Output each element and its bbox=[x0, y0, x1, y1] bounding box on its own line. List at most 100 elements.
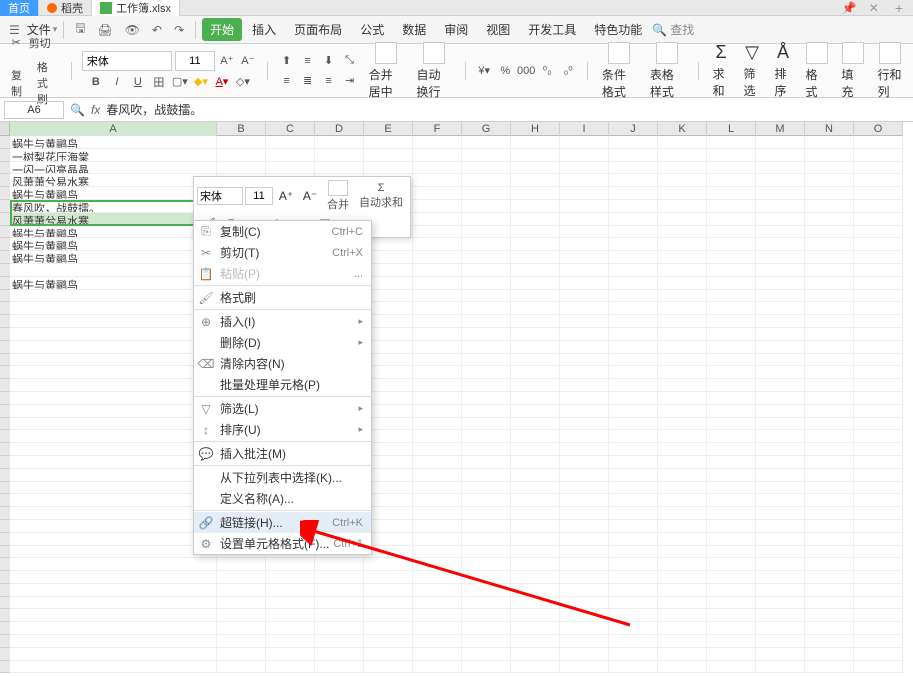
cell[interactable] bbox=[805, 264, 854, 276]
cell[interactable] bbox=[707, 302, 756, 314]
cell[interactable] bbox=[511, 174, 560, 186]
cell[interactable] bbox=[217, 597, 266, 609]
cell[interactable] bbox=[266, 584, 315, 596]
fx-label[interactable]: fx bbox=[91, 103, 100, 117]
cell[interactable] bbox=[707, 187, 756, 199]
cell[interactable] bbox=[658, 366, 707, 378]
cell[interactable] bbox=[756, 366, 805, 378]
align-right-icon[interactable]: ≡ bbox=[320, 72, 338, 90]
cell[interactable] bbox=[560, 251, 609, 263]
cell[interactable] bbox=[10, 366, 217, 378]
cell[interactable] bbox=[217, 648, 266, 660]
cell[interactable] bbox=[560, 661, 609, 673]
row-header[interactable] bbox=[0, 328, 10, 341]
cell[interactable] bbox=[609, 558, 658, 570]
cell[interactable] bbox=[413, 277, 462, 289]
cell[interactable] bbox=[609, 661, 658, 673]
cell[interactable] bbox=[658, 661, 707, 673]
cells-container[interactable]: 蜗牛与黄鹂鸟一树梨花压海棠一闪一闪亮晶晶风萧萧兮易水寒蜗牛与黄鹂鸟春风吹，战鼓擂… bbox=[10, 136, 903, 673]
cell[interactable] bbox=[511, 136, 560, 148]
cell[interactable] bbox=[805, 635, 854, 647]
cell[interactable] bbox=[805, 200, 854, 212]
row-header[interactable] bbox=[0, 405, 10, 418]
cell[interactable]: 蜗牛与黄鹂鸟 bbox=[10, 277, 217, 289]
cell[interactable] bbox=[511, 187, 560, 199]
cell[interactable] bbox=[756, 648, 805, 660]
cell[interactable] bbox=[10, 494, 217, 506]
font-color-button[interactable]: A▾ bbox=[213, 73, 231, 91]
cell[interactable] bbox=[511, 149, 560, 161]
cell[interactable] bbox=[805, 533, 854, 545]
cell[interactable] bbox=[854, 149, 903, 161]
cell[interactable] bbox=[609, 482, 658, 494]
cell[interactable] bbox=[805, 174, 854, 186]
cell[interactable] bbox=[511, 302, 560, 314]
cell[interactable] bbox=[756, 302, 805, 314]
pin-icon[interactable]: 📌 bbox=[836, 1, 863, 15]
fill-color-button[interactable]: ◆▾ bbox=[192, 73, 210, 91]
cell[interactable] bbox=[658, 162, 707, 174]
cell[interactable] bbox=[10, 597, 217, 609]
cell[interactable] bbox=[756, 136, 805, 148]
cell[interactable] bbox=[462, 405, 511, 417]
cell[interactable] bbox=[658, 149, 707, 161]
row-header[interactable] bbox=[0, 392, 10, 405]
cell[interactable] bbox=[217, 571, 266, 583]
cell[interactable] bbox=[854, 546, 903, 558]
col-header-L[interactable]: L bbox=[707, 122, 756, 136]
cell[interactable] bbox=[413, 405, 462, 417]
cell[interactable] bbox=[854, 136, 903, 148]
cell[interactable] bbox=[511, 379, 560, 391]
cell[interactable] bbox=[854, 533, 903, 545]
cell[interactable] bbox=[707, 379, 756, 391]
row-header[interactable] bbox=[0, 597, 10, 610]
cell[interactable] bbox=[756, 341, 805, 353]
cell[interactable] bbox=[462, 187, 511, 199]
row-header[interactable] bbox=[0, 520, 10, 533]
cell[interactable] bbox=[707, 418, 756, 430]
cell[interactable] bbox=[609, 136, 658, 148]
cell[interactable] bbox=[658, 174, 707, 186]
cell[interactable] bbox=[854, 597, 903, 609]
cell[interactable] bbox=[560, 648, 609, 660]
cell[interactable] bbox=[805, 341, 854, 353]
cell[interactable] bbox=[854, 226, 903, 238]
cell[interactable] bbox=[854, 328, 903, 340]
row-header[interactable] bbox=[0, 354, 10, 367]
cell[interactable] bbox=[854, 661, 903, 673]
cell[interactable] bbox=[462, 149, 511, 161]
cell[interactable] bbox=[511, 635, 560, 647]
cell[interactable] bbox=[756, 622, 805, 634]
cell[interactable] bbox=[217, 609, 266, 621]
cell[interactable] bbox=[413, 482, 462, 494]
cell[interactable] bbox=[707, 469, 756, 481]
cell[interactable] bbox=[707, 226, 756, 238]
cell[interactable] bbox=[462, 520, 511, 532]
cell[interactable] bbox=[462, 533, 511, 545]
cell[interactable] bbox=[609, 571, 658, 583]
cell[interactable] bbox=[560, 315, 609, 327]
cell[interactable] bbox=[10, 622, 217, 634]
cell[interactable] bbox=[756, 315, 805, 327]
cell[interactable] bbox=[10, 609, 217, 621]
cell[interactable] bbox=[462, 558, 511, 570]
cell[interactable] bbox=[756, 430, 805, 442]
cell[interactable] bbox=[560, 277, 609, 289]
cell[interactable] bbox=[560, 622, 609, 634]
cell[interactable] bbox=[609, 341, 658, 353]
cell[interactable] bbox=[854, 264, 903, 276]
cell[interactable] bbox=[413, 392, 462, 404]
menu-data[interactable]: 数据 bbox=[394, 18, 434, 41]
cell[interactable] bbox=[756, 469, 805, 481]
cell[interactable] bbox=[560, 584, 609, 596]
cell[interactable] bbox=[462, 238, 511, 250]
cell[interactable] bbox=[609, 162, 658, 174]
cell[interactable] bbox=[609, 149, 658, 161]
cell[interactable] bbox=[854, 482, 903, 494]
cell[interactable] bbox=[609, 302, 658, 314]
cm-sort[interactable]: ↕排序(U)▸ bbox=[194, 419, 371, 440]
cell[interactable] bbox=[462, 290, 511, 302]
cell[interactable] bbox=[511, 443, 560, 455]
cell[interactable] bbox=[511, 558, 560, 570]
cm-format-brush[interactable]: 🖌格式刷 bbox=[194, 287, 371, 308]
